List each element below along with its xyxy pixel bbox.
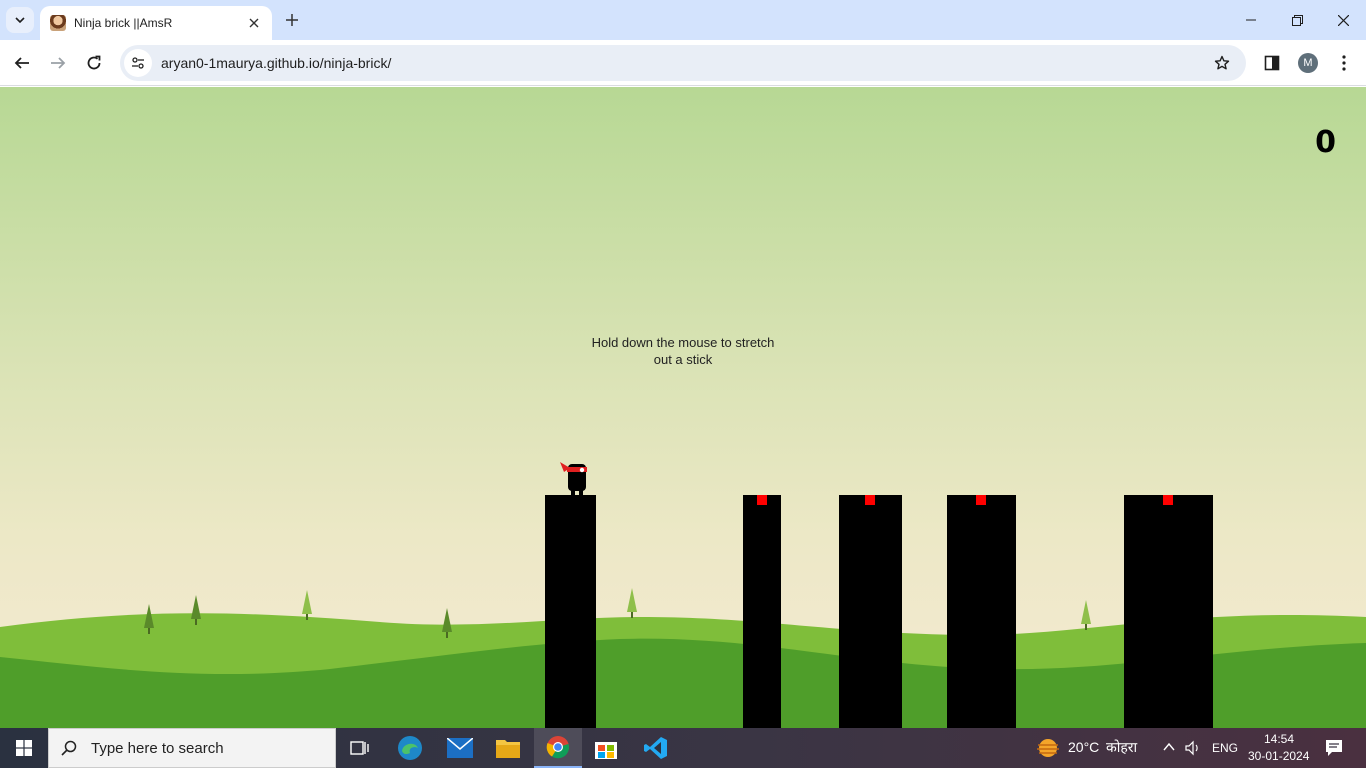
- edge-icon: [398, 736, 422, 760]
- taskbar-vscode[interactable]: [632, 728, 680, 768]
- minimize-button[interactable]: [1228, 0, 1274, 40]
- mail-icon: [447, 738, 473, 758]
- weather-description[interactable]: कोहरा: [1106, 738, 1137, 757]
- language-indicator[interactable]: ENG: [1212, 741, 1238, 755]
- side-panel-icon: [1264, 55, 1280, 71]
- search-icon: [61, 740, 77, 756]
- taskbar-store[interactable]: [582, 728, 630, 768]
- tab-search-button[interactable]: [6, 7, 34, 33]
- taskbar: Type here to search 20°C कोहरा ENG 14:54…: [0, 728, 1366, 768]
- taskbar-edge[interactable]: [386, 728, 434, 768]
- close-window-button[interactable]: [1320, 0, 1366, 40]
- chrome-icon: [546, 736, 570, 759]
- menu-button[interactable]: [1330, 49, 1358, 77]
- tab-strip: Ninja brick ||AmsR: [0, 0, 1366, 40]
- platform: [1124, 495, 1213, 728]
- address-bar[interactable]: aryan0-1maurya.github.io/ninja-brick/: [120, 45, 1246, 81]
- arrow-left-icon: [14, 57, 29, 69]
- vscode-icon: [644, 737, 667, 759]
- restore-button[interactable]: [1274, 0, 1320, 40]
- start-button[interactable]: [0, 728, 48, 768]
- new-tab-button[interactable]: [281, 9, 303, 31]
- reload-button[interactable]: [80, 49, 108, 77]
- side-panel-button[interactable]: [1258, 49, 1286, 77]
- active-tab[interactable]: Ninja brick ||AmsR: [40, 6, 272, 40]
- taskbar-file-explorer[interactable]: [484, 728, 532, 768]
- tab-close-button[interactable]: [244, 13, 264, 33]
- taskbar-chrome[interactable]: [534, 728, 582, 768]
- folder-icon: [496, 740, 520, 758]
- avatar: M: [1298, 53, 1318, 73]
- notification-icon[interactable]: [1325, 739, 1343, 757]
- score-display: 0: [1315, 125, 1336, 160]
- platform: [545, 495, 596, 728]
- taskbar-mail[interactable]: [436, 728, 484, 768]
- perfect-target: [1163, 495, 1173, 505]
- tab-title: Ninja brick ||AmsR: [74, 16, 173, 30]
- star-icon: [1214, 55, 1230, 70]
- ninja-hero: [560, 462, 587, 495]
- restore-icon: [1291, 14, 1303, 26]
- introduction-text: Hold down the mouse to stretch out a sti…: [591, 335, 775, 367]
- taskbar-search-box[interactable]: Type here to search: [48, 728, 336, 768]
- speaker-icon[interactable]: [1185, 740, 1201, 756]
- game-canvas[interactable]: 0 Hold down the mouse to stretch out a s…: [0, 87, 1366, 728]
- close-icon: [249, 18, 259, 28]
- platform: [947, 495, 1016, 728]
- forward-button[interactable]: [44, 49, 72, 77]
- browser-toolbar: aryan0-1maurya.github.io/ninja-brick/ M: [0, 40, 1366, 86]
- clock-date[interactable]: 30-01-2024: [1248, 749, 1309, 763]
- bookmark-button[interactable]: [1208, 49, 1236, 77]
- minimize-icon: [1246, 19, 1256, 21]
- reload-icon: [87, 55, 101, 70]
- chevron-up-icon[interactable]: [1163, 742, 1175, 752]
- favicon-icon: [50, 15, 66, 31]
- weather-icon[interactable]: [1036, 737, 1060, 759]
- weather-temperature[interactable]: 20°C: [1068, 739, 1099, 755]
- url-text[interactable]: aryan0-1maurya.github.io/ninja-brick/: [161, 55, 1208, 71]
- task-view-button[interactable]: [336, 728, 384, 768]
- arrow-right-icon: [51, 57, 66, 69]
- platform: [839, 495, 902, 728]
- close-icon: [1337, 14, 1349, 26]
- perfect-target: [757, 495, 767, 505]
- back-button[interactable]: [8, 49, 36, 77]
- profile-button[interactable]: M: [1294, 49, 1322, 77]
- chevron-down-icon: [15, 17, 25, 24]
- tune-icon: [132, 57, 144, 69]
- platform: [743, 495, 781, 728]
- windows-icon: [16, 740, 32, 756]
- store-icon: [595, 742, 617, 759]
- perfect-target: [865, 495, 875, 505]
- more-vert-icon: [1342, 55, 1346, 71]
- search-placeholder: Type here to search: [91, 739, 224, 757]
- site-info-button[interactable]: [124, 49, 152, 77]
- plus-icon: [286, 14, 298, 26]
- perfect-target: [976, 495, 986, 505]
- clock-time[interactable]: 14:54: [1264, 732, 1294, 746]
- task-view-icon: [350, 741, 369, 755]
